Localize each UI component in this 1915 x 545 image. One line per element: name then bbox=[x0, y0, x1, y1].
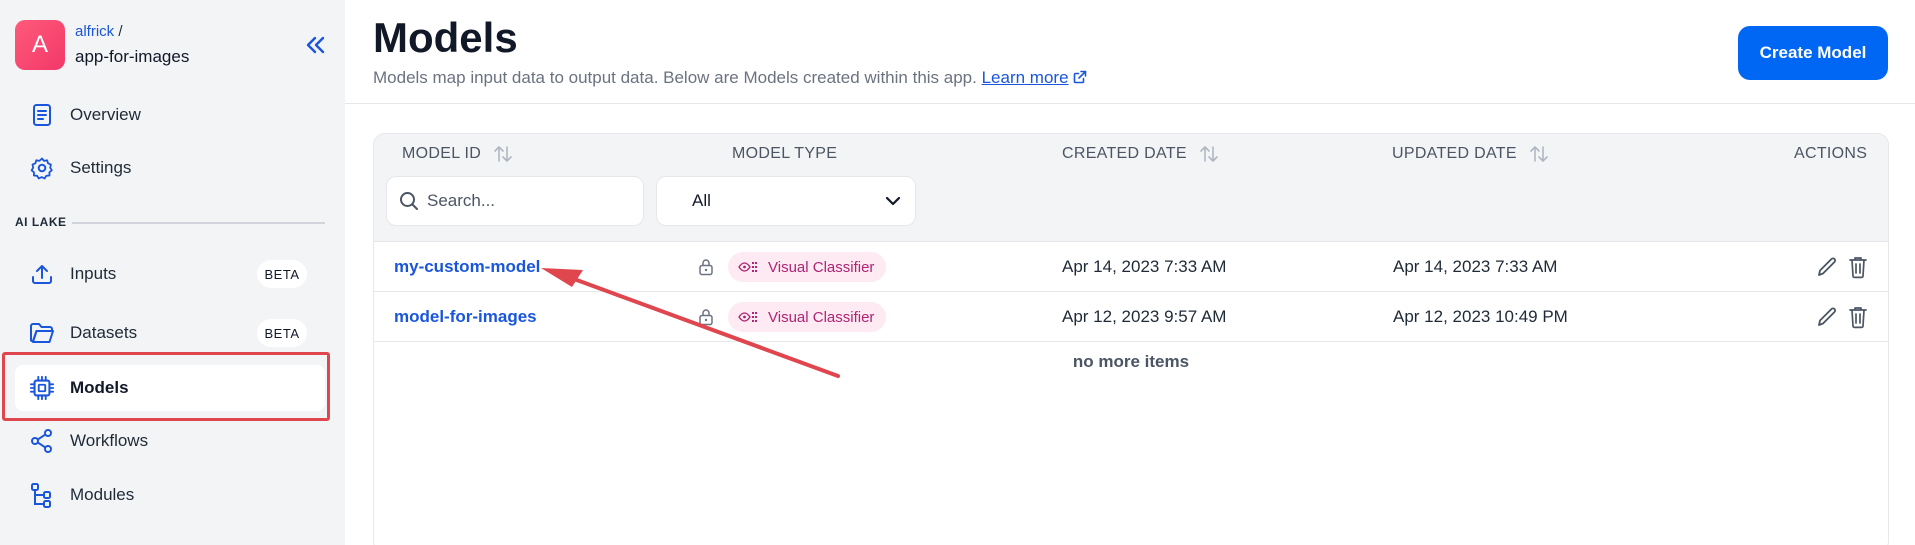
column-label: UPDATED DATE bbox=[1392, 145, 1517, 162]
sidebar: A alfrick / app-for-images Overview Sett… bbox=[0, 0, 345, 545]
search-input[interactable] bbox=[427, 191, 627, 211]
annotation-highlight-box bbox=[2, 352, 330, 421]
sort-icon[interactable] bbox=[1529, 145, 1549, 163]
model-link[interactable]: my-custom-model bbox=[394, 257, 540, 277]
share-nodes-icon bbox=[29, 428, 55, 454]
models-table: MODEL ID MODEL TYPE CREATED DATE UPDATED… bbox=[373, 133, 1889, 545]
beta-badge: BETA bbox=[257, 319, 307, 347]
delete-button[interactable] bbox=[1845, 304, 1871, 330]
sidebar-item-overview[interactable]: Overview bbox=[15, 92, 325, 138]
sort-icon[interactable] bbox=[493, 145, 513, 163]
delete-button[interactable] bbox=[1845, 254, 1871, 280]
lock-icon bbox=[699, 309, 713, 326]
table-row[interactable]: model-for-images Visual Classifier Apr 1… bbox=[374, 292, 1888, 342]
sidebar-item-workflows[interactable]: Workflows bbox=[15, 418, 325, 464]
pencil-icon bbox=[1818, 307, 1836, 326]
chevron-down-icon bbox=[885, 196, 901, 206]
sidebar-item-label: Workflows bbox=[70, 431, 149, 450]
sidebar-item-datasets[interactable]: Datasets BETA bbox=[15, 310, 325, 356]
collapse-sidebar-button[interactable] bbox=[302, 32, 330, 58]
sidebar-item-settings[interactable]: Settings bbox=[15, 145, 325, 191]
search-icon bbox=[400, 192, 418, 210]
updated-date-cell: Apr 12, 2023 10:49 PM bbox=[1393, 307, 1568, 326]
sidebar-item-label: Modules bbox=[70, 485, 135, 504]
upload-icon bbox=[29, 261, 55, 287]
sidebar-item-inputs[interactable]: Inputs BETA bbox=[15, 251, 325, 297]
external-link-icon bbox=[1073, 70, 1087, 84]
model-id-cell: model-for-images bbox=[394, 292, 537, 342]
learn-more-link[interactable]: Learn more bbox=[982, 68, 1069, 87]
sort-icon[interactable] bbox=[1199, 145, 1219, 163]
created-date-cell: Apr 12, 2023 9:57 AM bbox=[1062, 307, 1227, 326]
table-header: MODEL ID MODEL TYPE CREATED DATE UPDATED… bbox=[374, 134, 1888, 242]
main-content: Models Models map input data to output d… bbox=[345, 0, 1915, 545]
model-type-select[interactable]: All bbox=[656, 176, 916, 226]
owner-link[interactable]: alfrick bbox=[75, 23, 114, 40]
column-label: MODEL ID bbox=[402, 145, 482, 162]
sidebar-item-label: Overview bbox=[70, 105, 141, 124]
model-link[interactable]: model-for-images bbox=[394, 307, 537, 327]
sidebar-item-label: Inputs bbox=[70, 264, 117, 283]
column-model-id[interactable]: MODEL ID bbox=[402, 145, 513, 163]
trash-icon bbox=[1849, 307, 1867, 329]
column-label: ACTIONS bbox=[1794, 145, 1868, 162]
lock-icon bbox=[699, 259, 713, 276]
create-model-button[interactable]: Create Model bbox=[1738, 26, 1888, 80]
learn-more-label: Learn more bbox=[981, 68, 1069, 87]
search-field[interactable] bbox=[386, 176, 644, 226]
page-header: Models Models map input data to output d… bbox=[345, 0, 1915, 104]
folder-icon bbox=[29, 320, 55, 346]
app-name[interactable]: app-for-images bbox=[75, 47, 189, 67]
breadcrumb: alfrick / bbox=[75, 23, 123, 40]
pencil-icon bbox=[1818, 257, 1836, 276]
visual-classifier-icon bbox=[738, 261, 758, 273]
model-type-tag: Visual Classifier bbox=[728, 302, 887, 332]
edit-button[interactable] bbox=[1814, 254, 1840, 280]
column-created-date[interactable]: CREATED DATE bbox=[1062, 145, 1219, 163]
beta-badge: BETA bbox=[257, 260, 307, 288]
section-label: AI LAKE bbox=[15, 215, 67, 229]
tag-label: Visual Classifier bbox=[768, 258, 875, 276]
model-id-cell: my-custom-model bbox=[394, 242, 540, 292]
breadcrumb-separator: / bbox=[114, 23, 123, 40]
double-chevron-left-icon bbox=[306, 36, 325, 54]
trash-icon bbox=[1849, 257, 1867, 279]
no-more-items: no more items bbox=[1072, 352, 1190, 371]
edit-button[interactable] bbox=[1814, 304, 1840, 330]
select-value: All bbox=[692, 191, 711, 210]
gear-icon bbox=[29, 155, 55, 181]
app-avatar[interactable]: A bbox=[15, 20, 65, 70]
page-title: Models bbox=[373, 14, 518, 61]
app-header: A alfrick / app-for-images bbox=[15, 20, 330, 70]
created-date-cell: Apr 14, 2023 7:33 AM bbox=[1062, 257, 1227, 276]
page-subtitle: Models map input data to output data. Be… bbox=[373, 68, 1087, 88]
sidebar-item-label: Settings bbox=[70, 158, 132, 177]
table-row[interactable]: my-custom-model Visual Classifier Apr 14… bbox=[374, 242, 1888, 292]
tag-label: Visual Classifier bbox=[768, 308, 875, 326]
tree-icon bbox=[29, 482, 55, 508]
visual-classifier-icon bbox=[738, 311, 758, 323]
column-label: MODEL TYPE bbox=[732, 145, 838, 162]
app-root: A alfrick / app-for-images Overview Sett… bbox=[0, 0, 1915, 545]
model-type-tag: Visual Classifier bbox=[728, 252, 887, 282]
column-label: CREATED DATE bbox=[1062, 145, 1187, 162]
column-actions: ACTIONS bbox=[1794, 145, 1867, 163]
updated-date-cell: Apr 14, 2023 7:33 AM bbox=[1393, 257, 1558, 276]
subtitle-text: Models map input data to output data. Be… bbox=[373, 68, 977, 87]
column-model-type: MODEL TYPE bbox=[732, 145, 837, 163]
sidebar-item-label: Datasets bbox=[70, 323, 138, 342]
document-icon bbox=[29, 102, 55, 128]
column-updated-date[interactable]: UPDATED DATE bbox=[1392, 145, 1549, 163]
sidebar-item-modules[interactable]: Modules bbox=[15, 472, 325, 518]
section-divider bbox=[72, 222, 325, 224]
